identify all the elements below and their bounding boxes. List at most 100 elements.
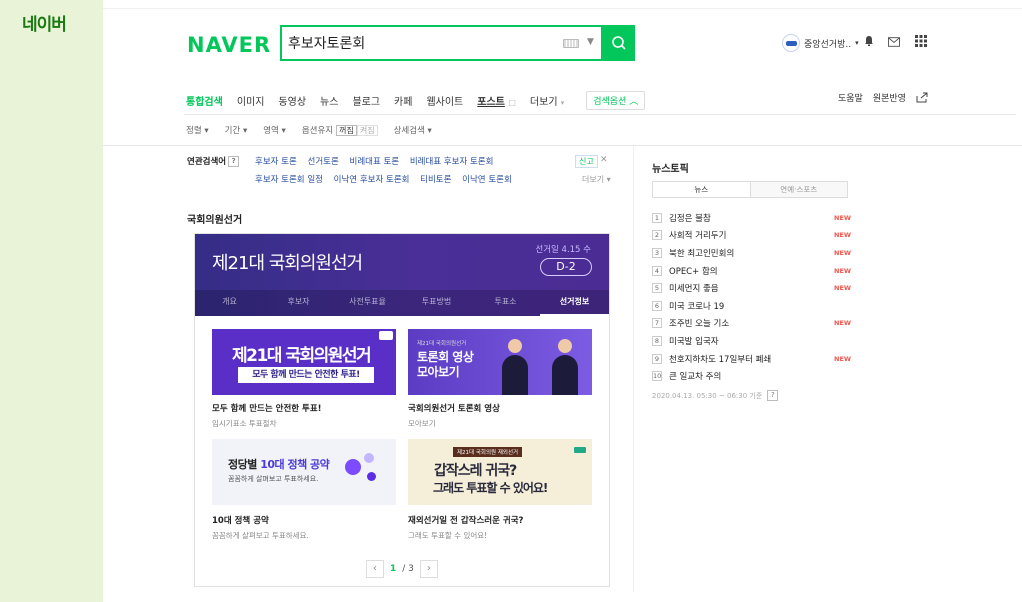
help-icon[interactable]: ? [228,156,240,167]
tab-blog[interactable]: 블로그 [352,93,380,108]
tab-cafe[interactable]: 카페 [394,93,412,108]
caption-title: 모두 함께 만드는 안전한 투표! [212,404,322,414]
airline-logo-icon [574,447,586,453]
tab-video[interactable]: 동영상 [278,93,306,108]
subnav-polling-place[interactable]: 투표소 [471,290,540,316]
search-option-button[interactable]: 검색옵션 ︿ [586,91,646,110]
topic-text: 조주빈 오늘 기소 [669,319,730,330]
help-icon[interactable]: ? [767,390,779,401]
filter-bar: 정렬 ▾ 기간 ▾ 영역 ▾ 옵션유지 꺼짐 켜짐 상세검색 ▾ [186,124,432,136]
list-item[interactable]: 4 OPEC+ 합의 NEW [652,262,852,280]
topic-text: 미세먼지 좋음 [669,284,719,295]
search-input[interactable] [288,33,548,53]
list-item[interactable]: 2 사회적 거리두기 NEW [652,227,852,245]
tile-caption[interactable]: 모두 함께 만드는 안전한 투표! 임시기표소 투표절차 [212,402,322,429]
detail-search-label: 상세검색 [393,126,425,136]
related-link[interactable]: 후보자 토론회 일정 [255,175,323,185]
list-item[interactable]: 8 미국발 입국자 [652,332,852,350]
sort-filter[interactable]: 정렬 ▾ [186,124,209,136]
profile-menu[interactable]: 중앙선거방.. ▾ [782,34,859,52]
mail-icon[interactable] [888,36,900,48]
related-link[interactable]: 이낙연 후보자 토론회 [334,175,410,185]
tab-news[interactable]: 뉴스 [320,93,338,108]
tab-news-topic[interactable]: 뉴스 [653,182,751,197]
keyboard-icon[interactable] [563,39,579,48]
share-icon[interactable] [916,92,928,103]
tile-small: 제21대 국회의원선거 [417,341,467,347]
tile-debate-video[interactable]: 제21대 국회의원선거 토론회 영상 모아보기 [408,329,592,395]
subnav-early-voting[interactable]: 사전투표율 [333,290,402,316]
new-badge: NEW [834,354,852,363]
total-pages: / 3 [402,564,414,574]
option-on-toggle[interactable]: 켜짐 [356,125,378,136]
list-item[interactable]: 9 천호지하차도 17일부터 폐쇄 NEW [652,350,852,368]
report-button[interactable]: 신고 [575,155,598,168]
tab-post[interactable]: 포스트 □ [477,93,516,108]
list-item[interactable]: 1 김정은 불참 NEW [652,209,852,227]
related-more-button[interactable]: 더보기 ▾ [582,174,611,185]
tabs-divider [184,114,1016,115]
help-link[interactable]: 도움말 [838,91,863,104]
area-filter[interactable]: 영역 ▾ [263,124,286,136]
related-link[interactable]: 비례대표 토론 [350,157,400,167]
period-filter[interactable]: 기간 ▾ [225,124,248,136]
tile-caption[interactable]: 재외선거일 전 갑작스러운 귀국? 그래도 투표할 수 있어요! [408,514,523,541]
apps-grid-icon[interactable] [915,35,927,47]
tile-line1: 토론회 영상 [417,350,474,364]
related-link[interactable]: 비례대표 후보자 토론회 [410,157,494,167]
tab-more[interactable]: 더보기 ▾ [530,93,564,108]
related-row-1: 후보자 토론 선거토론 비례대표 토론 비례대표 후보자 토론회 [255,155,501,167]
tile-tag: 제21대 국회의원 재외선거 [453,447,523,457]
search-box[interactable]: ▼ [280,25,603,61]
search-button[interactable] [603,25,635,61]
close-icon[interactable]: ✕ [600,155,608,165]
related-link[interactable]: 후보자 토론 [255,157,297,167]
avatar [782,34,800,52]
tab-integrated[interactable]: 통합검색 [186,93,223,108]
naver-logo[interactable]: NAVER [187,33,271,57]
rank-badge: 1 [652,212,662,223]
list-item[interactable]: 6 미국 코로나 19 [652,297,852,315]
feedback-link[interactable]: 원본반영 [873,91,906,104]
prev-page-button[interactable]: ‹ [366,560,384,578]
related-link[interactable]: 이낙연 토론회 [462,175,512,185]
tile-caption[interactable]: 국회의원선거 토론회 영상 모아보기 [408,402,500,429]
topic-text: 북한 최고인민회의 [669,248,735,259]
molecule-icon [364,453,374,463]
new-badge: NEW [834,231,852,240]
tile-safe-voting[interactable]: 제21대 국회의원선거 모두 함께 만드는 안전한 투표! [212,329,396,395]
option-off-toggle[interactable]: 꺼짐 [336,125,357,136]
list-item[interactable]: 3 북한 최고인민회의 NEW [652,244,852,262]
post-icon: □ [508,98,516,107]
chevron-down-icon: ▾ [855,39,859,47]
molecule-icon [367,472,376,481]
tile-policy[interactable]: 정당별 10대 정책 공약 꼼꼼하게 살펴보고 투표하세요. [212,439,396,505]
tile-caption[interactable]: 10대 정책 공약 꼼꼼하게 살펴보고 투표하세요. [212,514,309,541]
subnav-candidates[interactable]: 후보자 [264,290,333,316]
tab-entertainment-sports[interactable]: 연예·스포츠 [750,182,847,197]
rank-badge: 3 [652,247,662,258]
new-badge: NEW [834,213,852,222]
person-head [508,339,522,353]
person-illustration [552,355,578,395]
subnav-how-to-vote[interactable]: 투표방법 [402,290,471,316]
detail-search[interactable]: 상세검색 ▾ [394,124,432,136]
related-link[interactable]: 선거토론 [308,157,339,167]
tile-overseas[interactable]: 제21대 국회의원 재외선거 갑작스레 귀국? 그래도 투표할 수 있어요! [408,439,592,505]
rank-badge: 8 [652,335,662,346]
bell-icon[interactable] [863,35,875,47]
list-item[interactable]: 10 큰 일교차 주의 [652,367,852,385]
tab-website[interactable]: 웹사이트 [426,93,463,108]
new-badge: NEW [834,266,852,275]
subnav-overview[interactable]: 개요 [195,290,264,316]
chevron-down-icon: ▾ [560,99,565,107]
tab-image[interactable]: 이미지 [237,93,265,108]
chevron-down-icon[interactable]: ▼ [587,37,594,47]
caption-title: 10대 정책 공약 [212,516,269,526]
list-item[interactable]: 5 미세먼지 좋음 NEW [652,279,852,297]
related-link[interactable]: 티비토론 [420,175,451,185]
banner-title[interactable]: 제21대 국회의원선거 [212,249,363,275]
list-item[interactable]: 7 조주빈 오늘 기소 NEW [652,315,852,333]
next-page-button[interactable]: › [419,560,438,578]
subnav-election-info[interactable]: 선거정보 [540,290,609,316]
